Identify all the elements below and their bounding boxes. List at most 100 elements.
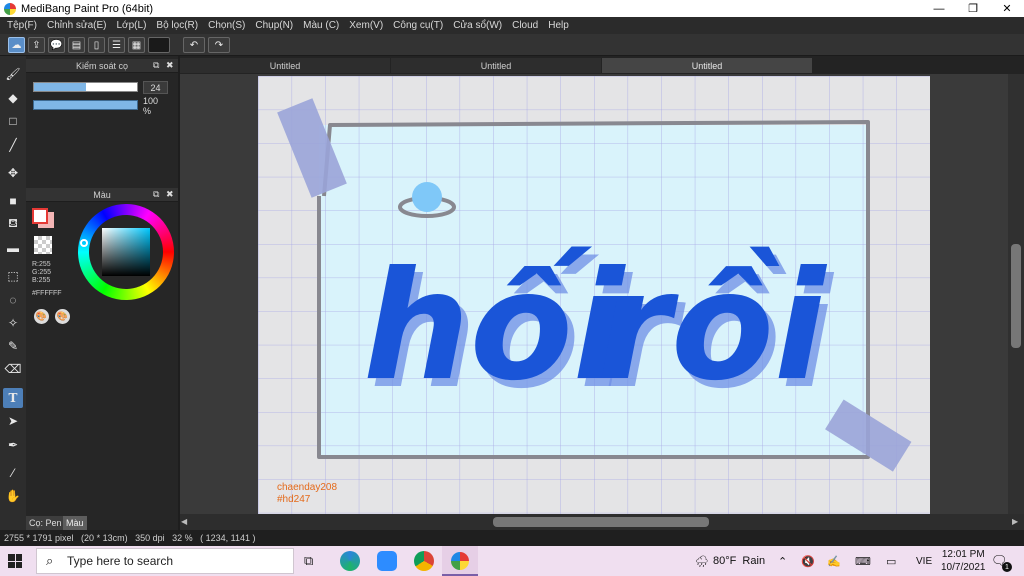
gradient-icon[interactable]: ▬ <box>3 238 23 258</box>
windows-start-icon[interactable] <box>8 554 22 568</box>
divide-tool-icon[interactable]: ✒ <box>3 435 23 455</box>
medibang-taskbar-button[interactable] <box>442 546 478 576</box>
taskbar-search-box[interactable]: ⌕ Type here to search <box>36 548 294 574</box>
credit-username: chaenday208 <box>277 482 337 493</box>
keyboard-icon[interactable]: ⌨ <box>855 546 871 576</box>
menu-file[interactable]: Tệp(F) <box>2 20 42 31</box>
canvas-area[interactable]: hối rồi hối rồi chaenday208 #hd247 <box>180 74 1024 514</box>
lettering-word-1: hối <box>363 240 627 414</box>
planet-circle <box>412 182 442 212</box>
text-tool-icon[interactable]: T <box>3 388 23 408</box>
volume-mute-icon[interactable]: 🔇 <box>801 546 815 576</box>
page-icon[interactable]: ▯ <box>88 37 105 53</box>
palette-add-icon[interactable]: 🎨 <box>55 309 70 324</box>
menu-tools[interactable]: Công cụ(T) <box>388 20 448 31</box>
tab-brush[interactable]: Cọ: Pen <box>26 516 65 530</box>
select-rect-icon[interactable]: ⬚ <box>3 266 23 286</box>
blue-value: B:255 <box>32 277 51 284</box>
panel-close-icon[interactable]: ✖ <box>166 60 174 71</box>
clock[interactable]: 12:01 PM 10/7/2021 <box>941 548 986 574</box>
grid-icon[interactable]: ▦ <box>128 37 145 53</box>
panel-close-icon[interactable]: ✖ <box>166 189 174 200</box>
brush-size-slider[interactable] <box>33 82 138 92</box>
menu-select[interactable]: Chọn(S) <box>203 20 250 31</box>
brush-size-value[interactable]: 24 <box>143 81 168 94</box>
weather-rain-icon: 🌧 <box>695 555 709 568</box>
minimize-button[interactable]: — <box>922 0 956 17</box>
horizontal-scroll-thumb[interactable] <box>493 517 709 527</box>
scroll-right-icon[interactable]: ▶ <box>1012 517 1018 526</box>
chrome-browser-icon[interactable] <box>414 551 434 571</box>
weather-text: 80°F Rain <box>712 555 766 567</box>
horizontal-scrollbar[interactable]: ◀ ▶ <box>180 514 1024 530</box>
transparent-color-swatch[interactable] <box>34 236 52 254</box>
document-tab-active[interactable]: Untitled <box>602 58 812 73</box>
export-icon[interactable]: ⇪ <box>28 37 45 53</box>
fill-rect-icon[interactable]: ■ <box>3 191 23 211</box>
hand-tool-icon[interactable]: ✋ <box>3 486 23 506</box>
menu-color[interactable]: Màu (C) <box>298 20 344 31</box>
rectangle-select-icon[interactable]: □ <box>3 111 23 131</box>
menu-layer[interactable]: Lớp(L) <box>112 20 152 31</box>
search-placeholder: Type here to search <box>67 554 174 568</box>
document-tab[interactable]: Untitled <box>391 58 601 73</box>
brush-opacity-slider[interactable] <box>33 100 138 110</box>
primary-color-swatch[interactable] <box>32 208 48 224</box>
color-swatch-box[interactable] <box>148 37 170 53</box>
medibang-app-icon <box>451 552 469 570</box>
zoom-app-icon[interactable] <box>377 551 397 571</box>
chevron-up-icon[interactable]: ⌃ <box>778 546 787 576</box>
tool-strip: 🖌 ◆ □ ╱ ✥ ■ ⛾ ▬ ⬚ ◌ ✧ ✎ ⌫ T ➤ ✒ ⁄ ✋ <box>0 56 26 530</box>
layers-list-icon[interactable]: ☰ <box>108 37 125 53</box>
comment-icon[interactable]: ▤ <box>68 37 85 53</box>
menu-edit[interactable]: Chỉnh sửa(E) <box>42 20 112 31</box>
tab-color[interactable]: Màu <box>63 516 87 530</box>
menu-snap[interactable]: Chụp(N) <box>250 20 298 31</box>
saturation-value-square[interactable] <box>102 228 150 276</box>
vertical-scrollbar[interactable] <box>1008 74 1024 514</box>
main-toolbar: ☁ ⇪ 💬 ▤ ▯ ☰ ▦ ↶ ↷ <box>0 34 1024 56</box>
scroll-left-icon[interactable]: ◀ <box>181 517 187 526</box>
undo-arrow-icon[interactable]: ↶ <box>183 37 205 53</box>
drawing-canvas[interactable]: hối rồi hối rồi chaenday208 #hd247 <box>258 76 930 514</box>
cloud-icon[interactable]: ☁ <box>8 37 25 53</box>
menu-view[interactable]: Xem(V) <box>344 20 388 31</box>
maximize-button[interactable]: ❐ <box>956 0 990 17</box>
select-pen-icon[interactable]: ✎ <box>3 336 23 356</box>
task-view-icon[interactable]: ⧉ <box>304 553 313 569</box>
vertical-scroll-thumb[interactable] <box>1011 244 1021 348</box>
redo-arrow-icon[interactable]: ↷ <box>208 37 230 53</box>
bucket-fill-icon[interactable]: ⛾ <box>3 214 23 234</box>
menu-cloud[interactable]: Cloud <box>507 20 543 31</box>
clock-date: 10/7/2021 <box>941 562 986 573</box>
pen-icon[interactable]: ✍ <box>827 546 841 576</box>
palette-icon[interactable]: 🎨 <box>34 309 49 324</box>
status-text: 2755 * 1791 pixel (20 * 13cm) 350 dpi 32… <box>4 533 256 543</box>
select-eraser-icon[interactable]: ⌫ <box>3 359 23 379</box>
eraser-tool-icon[interactable]: ◆ <box>3 88 23 108</box>
edge-browser-icon[interactable] <box>340 551 360 571</box>
clock-time: 12:01 PM <box>941 549 985 560</box>
brush-tool-icon[interactable]: 🖌 <box>3 64 23 84</box>
weather-widget[interactable]: 🌧 80°F Rain <box>695 546 765 576</box>
document-tab[interactable]: Untitled <box>180 58 390 73</box>
menu-help[interactable]: Help <box>543 20 574 31</box>
lasso-icon[interactable]: ◌ <box>3 290 23 310</box>
undock-icon[interactable]: ⧉ <box>153 60 159 71</box>
menu-filter[interactable]: Bộ lọc(R) <box>151 20 203 31</box>
operation-tool-icon[interactable]: ➤ <box>3 411 23 431</box>
move-tool-icon[interactable]: ✥ <box>3 163 23 183</box>
display-icon[interactable]: ▭ <box>886 546 896 576</box>
magic-wand-icon[interactable]: ✧ <box>3 313 23 333</box>
hue-wheel[interactable] <box>78 204 174 300</box>
undock-icon[interactable]: ⧉ <box>153 189 159 200</box>
eyedropper-icon[interactable]: ⁄ <box>3 463 23 483</box>
hue-cursor[interactable] <box>80 239 88 247</box>
windows-taskbar: ⌕ Type here to search ⧉ 🌧 80°F Rain ⌃ 🔇 … <box>0 546 1024 576</box>
window-title: MediBang Paint Pro (64bit) <box>21 2 154 15</box>
close-button[interactable]: ✕ <box>990 0 1024 17</box>
menu-window[interactable]: Cửa sổ(W) <box>448 20 507 31</box>
speech-bubble-icon[interactable]: 💬 <box>48 37 65 53</box>
input-language[interactable]: VIE <box>916 546 932 576</box>
line-tool-icon[interactable]: ╱ <box>3 135 23 155</box>
